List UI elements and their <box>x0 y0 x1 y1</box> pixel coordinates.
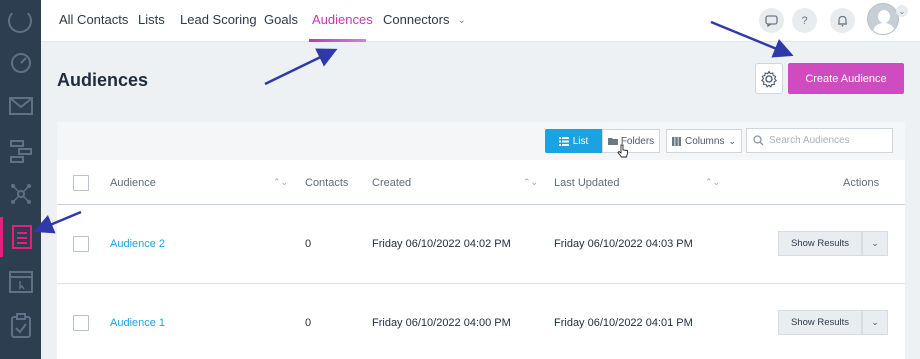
column-header-created[interactable]: Created <box>372 177 411 189</box>
tab-audiences[interactable]: Audiences <box>312 12 373 27</box>
contacts-count: 0 <box>305 238 312 250</box>
notifications-bell-icon[interactable] <box>830 8 855 33</box>
sort-icon[interactable]: ⌃⌄ <box>705 177 720 188</box>
created-date: Friday 06/10/2022 04:02 PM <box>372 238 511 250</box>
workflow-icon[interactable] <box>0 131 41 171</box>
column-header-actions: Actions <box>843 177 880 189</box>
tab-lead-scoring[interactable]: Lead Scoring <box>180 12 257 27</box>
updated-date: Friday 06/10/2022 04:01 PM <box>554 317 693 329</box>
top-navigation: All Contacts Lists Lead Scoring Goals Au… <box>41 0 920 42</box>
columns-icon <box>671 136 681 146</box>
list-icon <box>558 136 569 146</box>
forms-icon[interactable] <box>0 306 41 346</box>
logo-icon[interactable] <box>8 9 32 33</box>
folders-view-button[interactable]: Folders <box>602 129 660 153</box>
list-view-label: List <box>572 135 589 147</box>
search-audiences-field[interactable] <box>746 128 893 153</box>
tab-connectors[interactable]: Connectors ⌄ <box>383 12 466 27</box>
search-input[interactable] <box>769 135 887 146</box>
landing-page-icon[interactable] <box>0 262 41 302</box>
row-divider <box>57 283 905 284</box>
avatar-body-shape <box>873 23 895 34</box>
avatar-chevron-down-icon[interactable]: ⌄ <box>896 5 908 17</box>
select-all-checkbox[interactable] <box>73 175 89 191</box>
settings-gear-button[interactable] <box>755 63 783 94</box>
active-tab-indicator <box>309 39 366 42</box>
tab-connectors-label: Connectors <box>383 12 450 27</box>
column-header-last-updated[interactable]: Last Updated <box>554 177 619 189</box>
show-results-button[interactable]: Show Results <box>778 310 862 335</box>
created-date: Friday 06/10/2022 04:00 PM <box>372 317 511 329</box>
list-view-button[interactable]: List <box>545 129 602 153</box>
network-icon[interactable] <box>0 174 41 214</box>
avatar-head-shape <box>878 10 890 23</box>
chevron-down-icon: ⌄ <box>457 15 466 26</box>
page-title: Audiences <box>57 70 149 90</box>
help-icon[interactable]: ? <box>792 8 817 33</box>
email-icon[interactable] <box>0 86 41 126</box>
user-avatar[interactable] <box>867 3 899 35</box>
row-checkbox[interactable] <box>73 315 89 331</box>
audience-name-link[interactable]: Audience 2 <box>110 238 165 250</box>
columns-button[interactable]: Columns ⌄ <box>666 129 742 153</box>
dashboard-icon[interactable] <box>0 42 41 82</box>
audience-name-link[interactable]: Audience 1 <box>110 317 165 329</box>
updated-date: Friday 06/10/2022 04:03 PM <box>554 238 693 250</box>
sort-icon[interactable]: ⌃⌄ <box>273 177 288 188</box>
chat-icon[interactable] <box>759 8 784 33</box>
column-header-contacts[interactable]: Contacts <box>305 177 348 189</box>
row-actions-chevron-down-icon[interactable]: ⌄ <box>862 310 888 335</box>
header-divider <box>57 204 905 205</box>
create-audience-button[interactable]: Create Audience <box>788 63 904 94</box>
search-icon <box>753 135 764 146</box>
arrow-to-audiences-tab <box>264 48 338 86</box>
chevron-down-icon: ⌄ <box>728 135 736 146</box>
sort-icon[interactable]: ⌃⌄ <box>523 177 538 188</box>
row-actions-chevron-down-icon[interactable]: ⌄ <box>862 231 888 256</box>
table-toolbar: List Folders Columns ⌄ <box>57 122 905 160</box>
audiences-card: List Folders Columns ⌄ Audience ⌃⌄ Conta… <box>57 122 905 359</box>
tab-goals[interactable]: Goals <box>264 12 298 27</box>
hand-cursor-icon <box>617 144 628 158</box>
tab-lists[interactable]: Lists <box>138 12 165 27</box>
show-results-button[interactable]: Show Results <box>778 231 862 256</box>
columns-label: Columns <box>684 135 725 147</box>
gear-icon <box>760 69 778 88</box>
tab-all-contacts[interactable]: All Contacts <box>59 12 128 27</box>
contacts-icon[interactable] <box>0 217 41 257</box>
sidebar-rail <box>0 0 41 359</box>
column-header-audience[interactable]: Audience <box>110 177 156 189</box>
row-checkbox[interactable] <box>73 236 89 252</box>
contacts-count: 0 <box>305 317 312 329</box>
